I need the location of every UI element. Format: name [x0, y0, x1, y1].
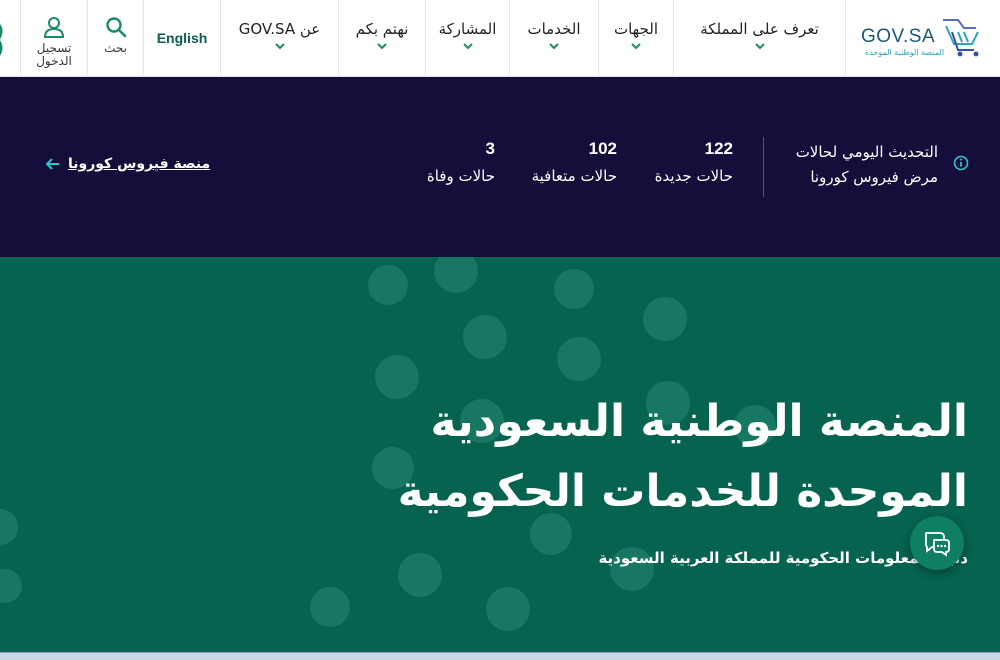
- chevron-down-icon: [274, 43, 285, 50]
- search-icon: [105, 17, 126, 38]
- os-taskbar: [0, 652, 1000, 660]
- search-button[interactable]: بحث: [87, 0, 143, 76]
- stat-label: حالات متعافية: [531, 167, 617, 185]
- nav-item-agencies[interactable]: الجهات: [598, 0, 673, 76]
- covid-title-line1: التحديث اليومي لحالات: [795, 143, 938, 161]
- nav-item-about-kingdom[interactable]: تعرف على المملكة: [673, 0, 845, 76]
- decorative-dot: [368, 265, 408, 305]
- decorative-dot: [0, 509, 18, 545]
- nav-item-we-care[interactable]: نهتم بكم: [338, 0, 425, 76]
- nav-item-about-gov-sa[interactable]: عن GOV.SA: [220, 0, 338, 76]
- stat-value: 122: [704, 139, 733, 158]
- stat-label: حالات جديدة: [654, 167, 733, 185]
- hero-subtitle: دليل المعلومات الحكومية للمملكة العربية …: [598, 549, 968, 567]
- stat-label: حالات وفاة: [426, 167, 495, 185]
- chat-button[interactable]: [910, 516, 964, 570]
- decorative-dot: [463, 315, 507, 359]
- covid-link-label: منصة فيروس كورونا: [68, 156, 211, 172]
- decorative-dot: [0, 569, 22, 603]
- chevron-down-icon: [377, 43, 387, 50]
- nav-item-participation[interactable]: المشاركة: [425, 0, 509, 76]
- nav-item-label: نهتم بكم: [355, 20, 409, 38]
- stat-deaths: 3 حالات وفاة: [427, 139, 495, 185]
- logo-subtitle: المنصة الوطنية الموحدة: [865, 48, 945, 57]
- language-label: English: [156, 30, 208, 46]
- stat-new-cases: 122 حالات جديدة: [655, 139, 733, 185]
- user-icon: [43, 17, 65, 38]
- chat-icon: [925, 532, 950, 557]
- hero-title-line1: المنصة الوطنية السعودية: [430, 396, 968, 447]
- partial-left-edge: [0, 0, 20, 76]
- covid-update-title: التحديث اليومي لحالات مرض فيروس كورونا: [768, 140, 938, 190]
- decorative-dot: [486, 587, 530, 631]
- nav-item-label: الجهات: [613, 20, 659, 38]
- decorative-dot: [643, 297, 687, 341]
- stat-recovered: 102 حالات متعافية: [532, 139, 617, 185]
- decorative-dot: [310, 587, 350, 627]
- login-label-line2: الدخول: [36, 54, 72, 68]
- arrow-left-icon: [46, 158, 59, 170]
- decorative-dot: [557, 337, 601, 381]
- hero-title: المنصة الوطنية السعودية الموحدة للخدمات …: [268, 387, 968, 527]
- decorative-dot: [554, 269, 594, 309]
- login-button[interactable]: تسجيل الدخول: [20, 0, 87, 76]
- language-switch-button[interactable]: English: [143, 0, 220, 76]
- covid-title-line2: مرض فيروس كورونا: [810, 168, 938, 186]
- divider: [763, 137, 764, 197]
- chevron-down-icon: [462, 43, 473, 50]
- chevron-down-icon: [754, 43, 765, 50]
- stat-value: 102: [588, 139, 617, 158]
- info-icon[interactable]: [953, 155, 969, 171]
- nav-item-label: الخدمات: [527, 20, 581, 38]
- decorative-dot: [434, 257, 478, 293]
- search-label: بحث: [104, 41, 127, 55]
- logo-text: GOV.SA: [861, 26, 936, 47]
- nav-item-label: تعرف على المملكة: [700, 20, 819, 38]
- hero-title-line2: الموحدة للخدمات الحكومية: [397, 466, 968, 517]
- logo-mark-icon: [943, 19, 979, 57]
- gov-sa-logo[interactable]: GOV.SA المنصة الوطنية الموحدة: [845, 0, 1000, 76]
- chevron-down-icon: [631, 43, 641, 50]
- nav-item-label: المشاركة: [438, 20, 497, 38]
- stat-value: 3: [485, 139, 495, 158]
- nav-item-services[interactable]: الخدمات: [509, 0, 598, 76]
- covid-platform-link[interactable]: منصة فيروس كورونا: [46, 156, 210, 172]
- chevron-down-icon: [549, 43, 559, 50]
- top-navigation: GOV.SA المنصة الوطنية الموحدة تعرف على ا…: [0, 0, 1000, 77]
- truncated-icon: [0, 24, 3, 56]
- hero-banner: المنصة الوطنية السعودية الموحدة للخدمات …: [0, 257, 1000, 660]
- nav-item-label: عن GOV.SA: [238, 20, 321, 38]
